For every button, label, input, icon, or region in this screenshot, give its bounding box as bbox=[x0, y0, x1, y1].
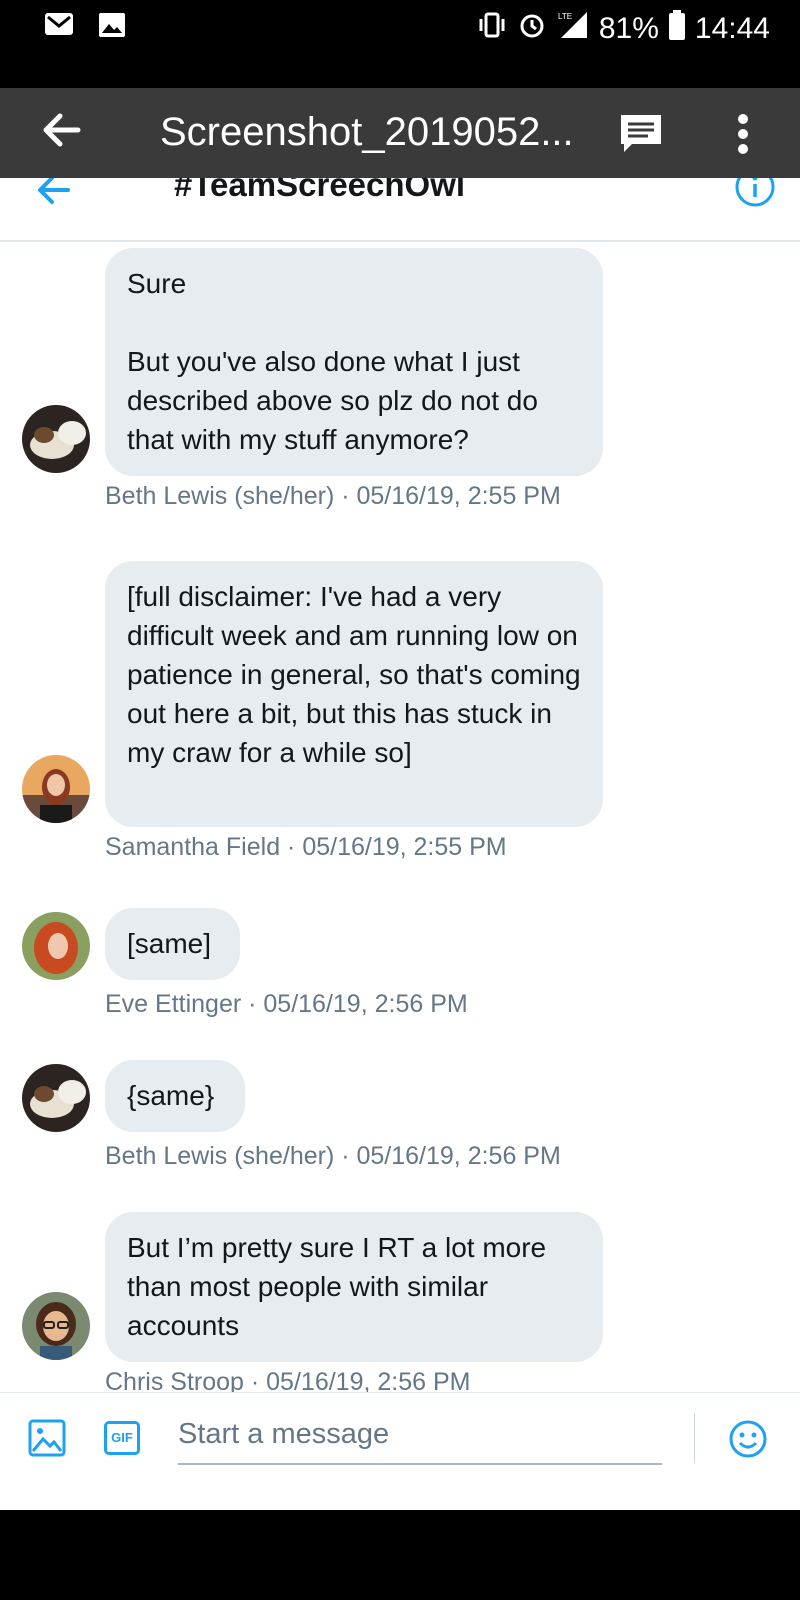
back-icon[interactable] bbox=[36, 178, 72, 213]
avatar[interactable] bbox=[22, 912, 90, 980]
avatar[interactable] bbox=[22, 405, 90, 473]
info-icon[interactable] bbox=[734, 178, 776, 213]
alarm-icon bbox=[517, 10, 547, 48]
dm-conversation: #TeamScreechOwl Sure But you've also don… bbox=[0, 178, 800, 1510]
battery-level: 81% bbox=[598, 12, 659, 45]
gallery-icon bbox=[98, 12, 126, 43]
navigation-bar bbox=[0, 1510, 800, 1600]
message-meta: Samantha Field · 05/16/19, 2:55 PM bbox=[105, 833, 507, 861]
viewer-title: Screenshot_2019052... bbox=[160, 110, 574, 154]
conversation-header: #TeamScreechOwl bbox=[0, 178, 800, 242]
message-bubble: {same} bbox=[105, 1060, 245, 1132]
message-bubble: [full disclaimer: I've had a very diffic… bbox=[105, 561, 603, 827]
lte-signal-icon: LTE bbox=[557, 10, 589, 48]
message-meta: Eve Ettinger · 05/16/19, 2:56 PM bbox=[105, 990, 468, 1018]
gmail-icon bbox=[44, 12, 74, 43]
more-options-icon[interactable] bbox=[736, 114, 750, 159]
vibrate-icon bbox=[477, 10, 507, 48]
message-meta: Beth Lewis (she/her) · 05/16/19, 2:56 PM bbox=[105, 1142, 561, 1170]
comment-icon[interactable] bbox=[618, 112, 664, 161]
svg-text:LTE: LTE bbox=[558, 12, 572, 21]
image-viewer-bar: Screenshot_2019052... bbox=[0, 88, 800, 178]
avatar[interactable] bbox=[22, 755, 90, 823]
battery-icon bbox=[668, 10, 685, 48]
clock: 14:44 bbox=[694, 12, 770, 45]
status-bar: LTE 81% 14:44 bbox=[0, 0, 800, 86]
image-icon[interactable] bbox=[28, 1419, 66, 1462]
message-bubble: Sure But you've also done what I just de… bbox=[105, 248, 603, 476]
message-composer: GIF Start a message bbox=[0, 1392, 800, 1483]
emoji-icon[interactable] bbox=[728, 1419, 768, 1464]
avatar[interactable] bbox=[22, 1292, 90, 1360]
avatar[interactable] bbox=[22, 1064, 90, 1132]
conversation-title: #TeamScreechOwl bbox=[174, 178, 466, 203]
message-bubble: [same] bbox=[105, 908, 240, 980]
message-input[interactable]: Start a message bbox=[178, 1409, 662, 1465]
message-bubble: But I’m pretty sure I RT a lot more than… bbox=[105, 1212, 603, 1362]
message-meta: Beth Lewis (she/her) · 05/16/19, 2:55 PM bbox=[105, 482, 561, 510]
gif-button[interactable]: GIF bbox=[104, 1421, 140, 1455]
back-arrow-icon[interactable] bbox=[40, 108, 84, 157]
divider bbox=[694, 1413, 695, 1463]
